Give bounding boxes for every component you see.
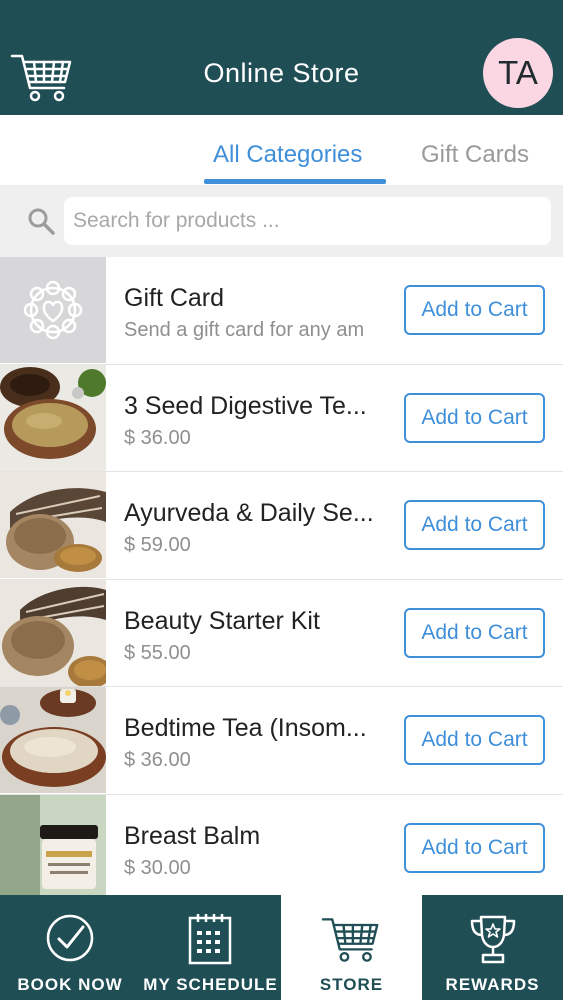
product-name: 3 Seed Digestive Te... bbox=[124, 391, 367, 420]
gift-card-emblem-icon bbox=[23, 280, 83, 340]
nav-label: BOOK NOW bbox=[17, 975, 123, 994]
product-price: $ 30.00 bbox=[124, 856, 191, 879]
add-to-cart-button[interactable]: Add to Cart bbox=[404, 715, 545, 765]
bottom-navigation: BOOK NOW MY SCHEDULE STORE REWARDS bbox=[0, 895, 563, 1000]
add-to-cart-button[interactable]: Add to Cart bbox=[404, 285, 545, 335]
product-row[interactable]: Gift Card Send a gift card for any am Ad… bbox=[0, 257, 563, 365]
nav-label: STORE bbox=[319, 975, 384, 994]
product-image-bedtime-tea bbox=[0, 687, 106, 793]
product-name: Ayurveda & Daily Se... bbox=[124, 499, 374, 527]
product-name: Beauty Starter Kit bbox=[124, 606, 320, 635]
add-to-cart-button[interactable]: Add to Cart bbox=[404, 392, 545, 443]
trophy-icon bbox=[470, 915, 516, 964]
shopping-cart-icon bbox=[321, 918, 379, 962]
product-name: Bedtime Tea (Insom... bbox=[124, 714, 367, 742]
calendar-icon bbox=[188, 914, 232, 965]
nav-label: MY SCHEDULE bbox=[143, 975, 278, 994]
product-description: Send a gift card for any am bbox=[124, 319, 365, 341]
product-row[interactable]: Breast Balm $ 30.00 Add to Cart bbox=[0, 794, 563, 902]
product-image-beauty-starter-kit bbox=[0, 579, 106, 686]
product-price: $ 55.00 bbox=[124, 641, 191, 664]
product-image-ayurveda-daily bbox=[0, 472, 106, 578]
search-bar bbox=[0, 185, 563, 257]
product-row[interactable]: Ayurveda & Daily Se... $ 59.00 Add to Ca… bbox=[0, 472, 563, 580]
product-name: Gift Card bbox=[124, 284, 225, 312]
check-circle-icon bbox=[46, 914, 94, 962]
product-list: Gift Card Send a gift card for any am Ad… bbox=[0, 257, 563, 902]
active-tab-indicator bbox=[204, 179, 386, 184]
product-row[interactable]: Beauty Starter Kit $ 55.00 Add to Cart bbox=[0, 579, 563, 687]
user-avatar[interactable]: TA bbox=[483, 38, 553, 108]
add-to-cart-button[interactable]: Add to Cart bbox=[404, 822, 545, 873]
nav-store[interactable]: STORE bbox=[281, 895, 422, 1000]
tab-all-categories[interactable]: All Categories bbox=[213, 141, 362, 169]
search-icon bbox=[28, 208, 55, 235]
product-image-gift-card bbox=[0, 257, 106, 363]
nav-my-schedule[interactable]: MY SCHEDULE bbox=[140, 895, 281, 1000]
product-price: $ 59.00 bbox=[124, 534, 191, 556]
nav-book-now[interactable]: BOOK NOW bbox=[0, 895, 140, 1000]
add-to-cart-button[interactable]: Add to Cart bbox=[404, 607, 545, 658]
product-price: $ 36.00 bbox=[124, 426, 191, 449]
category-tabs: All Categories Gift Cards bbox=[0, 115, 563, 185]
product-row[interactable]: Bedtime Tea (Insom... $ 36.00 Add to Car… bbox=[0, 687, 563, 795]
product-row[interactable]: 3 Seed Digestive Te... $ 36.00 Add to Ca… bbox=[0, 364, 563, 472]
app-header: Online Store TA bbox=[0, 0, 563, 115]
add-to-cart-button[interactable]: Add to Cart bbox=[404, 500, 545, 550]
product-name: Breast Balm bbox=[124, 821, 261, 850]
nav-rewards[interactable]: REWARDS bbox=[422, 895, 563, 1000]
product-image-breast-balm bbox=[0, 794, 106, 901]
search-input[interactable] bbox=[64, 197, 551, 245]
product-price: $ 36.00 bbox=[124, 749, 191, 771]
tab-gift-cards[interactable]: Gift Cards bbox=[421, 141, 529, 169]
page-title: Online Store bbox=[203, 58, 360, 88]
product-image-digestive-tea bbox=[0, 364, 106, 471]
nav-label: REWARDS bbox=[445, 975, 540, 994]
